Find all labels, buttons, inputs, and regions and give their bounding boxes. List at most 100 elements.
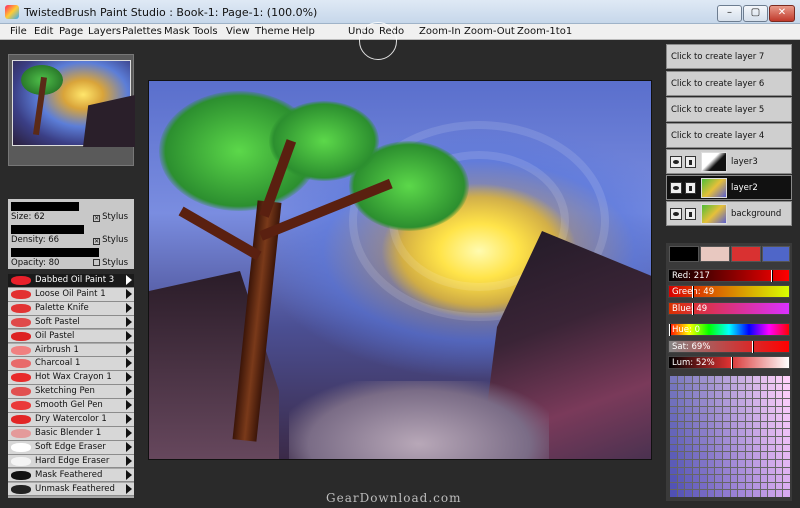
color-swatch[interactable]: [745, 475, 753, 482]
color-swatch[interactable]: [738, 391, 745, 398]
color-swatch[interactable]: [700, 490, 707, 497]
color-swatch[interactable]: [670, 383, 677, 391]
color-swatch[interactable]: [745, 376, 753, 383]
density-slider-bar[interactable]: [11, 225, 84, 234]
color-swatch[interactable]: [753, 421, 760, 429]
color-swatch[interactable]: [685, 444, 692, 452]
menu-edit[interactable]: Edit: [34, 25, 53, 39]
expand-arrow-icon[interactable]: [126, 288, 132, 299]
color-swatch[interactable]: [783, 444, 790, 452]
color-swatch[interactable]: [745, 467, 753, 475]
color-swatch[interactable]: [760, 482, 768, 490]
color-swatch[interactable]: [685, 482, 692, 490]
color-swatch[interactable]: [707, 444, 715, 452]
brush-item[interactable]: Hard Edge Eraser: [8, 454, 134, 469]
brush-item[interactable]: Dry Watercolor 1: [8, 413, 134, 427]
color-swatch[interactable]: [730, 429, 738, 436]
color-swatch[interactable]: [677, 429, 685, 436]
color-swatch[interactable]: [685, 391, 692, 398]
expand-arrow-icon[interactable]: [126, 414, 132, 424]
color-swatch[interactable]: [700, 376, 707, 383]
color-swatch[interactable]: [700, 383, 707, 391]
color-swatch[interactable]: [677, 406, 685, 414]
color-swatch[interactable]: [775, 414, 783, 421]
color-swatch[interactable]: [760, 475, 768, 482]
color-swatch[interactable]: [700, 482, 707, 490]
color-swatch[interactable]: [738, 383, 745, 391]
visibility-eye-icon[interactable]: [670, 208, 682, 220]
color-swatch[interactable]: [685, 475, 692, 482]
color-swatch[interactable]: [753, 437, 760, 444]
color-swatch[interactable]: [760, 437, 768, 444]
color-swatch[interactable]: [730, 467, 738, 475]
color-swatch[interactable]: [715, 414, 722, 421]
color-swatch[interactable]: [745, 391, 753, 398]
color-swatch[interactable]: [738, 482, 745, 490]
color-swatch[interactable]: [745, 398, 753, 406]
color-swatch[interactable]: [768, 467, 775, 475]
color-swatch[interactable]: [783, 414, 790, 421]
color-swatch[interactable]: [768, 406, 775, 414]
color-swatch[interactable]: [730, 490, 738, 497]
close-button[interactable]: ✕: [769, 5, 795, 22]
color-swatch[interactable]: [707, 398, 715, 406]
color-swatch[interactable]: [760, 398, 768, 406]
color-swatch[interactable]: [670, 406, 677, 414]
color-swatch[interactable]: [760, 391, 768, 398]
color-swatch[interactable]: [700, 475, 707, 482]
color-swatch[interactable]: [745, 437, 753, 444]
color-swatch[interactable]: [753, 414, 760, 421]
color-swatch-grid[interactable]: [670, 376, 790, 497]
color-swatch[interactable]: [738, 429, 745, 436]
painting-canvas[interactable]: [148, 80, 652, 460]
color-swatch[interactable]: [677, 475, 685, 482]
color-swatch[interactable]: [775, 421, 783, 429]
color-swatch[interactable]: [775, 376, 783, 383]
color-swatch[interactable]: [685, 459, 692, 467]
color-swatch[interactable]: [692, 475, 700, 482]
color-swatch[interactable]: [760, 452, 768, 459]
color-swatch[interactable]: [783, 406, 790, 414]
color-swatch[interactable]: [707, 429, 715, 436]
expand-arrow-icon[interactable]: [126, 441, 132, 452]
color-swatch[interactable]: [677, 421, 685, 429]
create-layer-button[interactable]: Click to create layer 5: [666, 97, 792, 122]
menu-view[interactable]: View: [226, 25, 250, 39]
color-swatch[interactable]: [722, 376, 730, 383]
color-swatch[interactable]: [707, 421, 715, 429]
color-swatch[interactable]: [775, 383, 783, 391]
color-swatch[interactable]: [715, 391, 722, 398]
color-swatch[interactable]: [738, 398, 745, 406]
luminance-slider[interactable]: Lum: 52%: [668, 356, 790, 369]
color-swatch[interactable]: [775, 452, 783, 459]
color-swatch[interactable]: [715, 376, 722, 383]
hue-slider[interactable]: Hue: 0: [668, 323, 790, 336]
saturation-slider[interactable]: Sat: 69%: [668, 340, 790, 353]
menu-palettes[interactable]: Palettes: [122, 25, 162, 39]
color-swatch[interactable]: [768, 475, 775, 482]
color-swatch[interactable]: [753, 452, 760, 459]
visibility-eye-icon[interactable]: [670, 182, 682, 194]
expand-arrow-icon[interactable]: [126, 275, 132, 285]
color-swatch[interactable]: [700, 467, 707, 475]
expand-arrow-icon[interactable]: [126, 455, 132, 466]
zoom-in-button[interactable]: Zoom-In: [419, 25, 461, 39]
menu-file[interactable]: File: [10, 25, 27, 39]
color-swatch[interactable]: [760, 444, 768, 452]
layer-row[interactable]: layer3: [666, 149, 792, 174]
color-swatch[interactable]: [775, 482, 783, 490]
color-swatch[interactable]: [685, 376, 692, 383]
color-swatch[interactable]: [700, 398, 707, 406]
color-swatch[interactable]: [692, 383, 700, 391]
color-swatch[interactable]: [677, 376, 685, 383]
color-swatch[interactable]: [670, 376, 677, 383]
zoom-out-button[interactable]: Zoom-Out: [464, 25, 515, 39]
color-swatch[interactable]: [730, 398, 738, 406]
color-swatch[interactable]: [760, 467, 768, 475]
color-swatch[interactable]: [768, 437, 775, 444]
color-swatch[interactable]: [685, 490, 692, 497]
color-swatch[interactable]: [738, 437, 745, 444]
color-swatch[interactable]: [730, 421, 738, 429]
red-slider[interactable]: Red: 217: [668, 269, 790, 282]
color-chip[interactable]: [700, 246, 730, 262]
